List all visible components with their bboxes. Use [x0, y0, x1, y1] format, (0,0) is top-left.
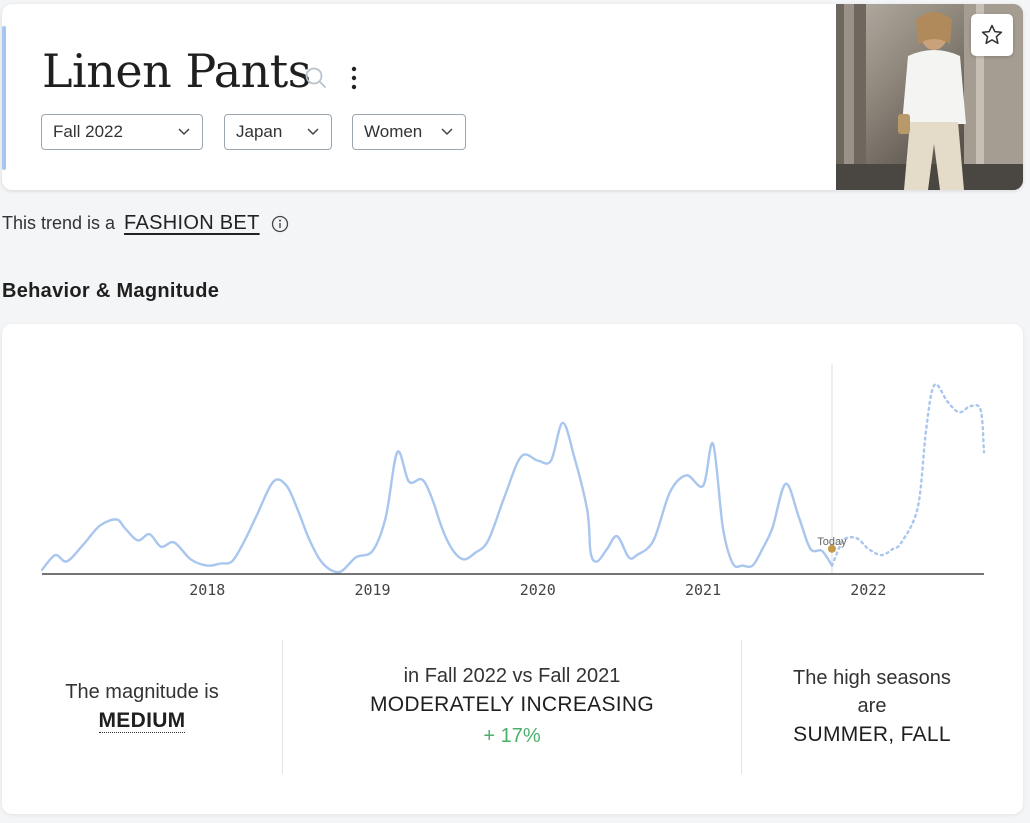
country-dropdown-value: Japan — [236, 122, 283, 141]
favorite-button[interactable] — [971, 14, 1013, 56]
search-icon[interactable] — [304, 66, 328, 90]
trend-prefix: This trend is a — [2, 213, 116, 233]
history-series-line — [40, 421, 834, 574]
magnitude-stat: The magnitude is MEDIUM — [2, 640, 282, 774]
gender-dropdown[interactable]: Women — [352, 114, 466, 150]
x-tick-label: 2019 — [354, 581, 390, 599]
comparison-stat: in Fall 2022 vs Fall 2021 MODERATELY INC… — [283, 640, 741, 774]
magnitude-prefix: The magnitude is — [65, 681, 219, 703]
forecast-series-line — [830, 383, 986, 567]
trend-header-card: Linen Pants Fall 2022 Japan Women — [2, 4, 1023, 190]
seasons-stat: The high seasons are SUMMER, FALL — [742, 640, 1002, 774]
vertical-dots-icon[interactable] — [346, 64, 362, 92]
seasons-line-2: are — [857, 695, 887, 717]
behavior-chart-card: 2018 2019 2020 2021 2022 Today The magnitude … — [2, 324, 1023, 814]
country-dropdown[interactable]: Japan — [224, 114, 332, 150]
x-tick-label: 2021 — [685, 581, 721, 599]
star-icon — [981, 24, 1003, 45]
comparison-label: in Fall 2022 vs Fall 2021 — [403, 665, 621, 687]
trend-photo — [836, 4, 1023, 190]
trend-category-link[interactable]: FASHION BET — [124, 212, 260, 235]
x-tick-label: 2020 — [520, 581, 556, 599]
trend-classification: This trend is a FASHION BET — [2, 212, 289, 235]
season-dropdown-value: Fall 2022 — [53, 122, 123, 141]
page-title: Linen Pants — [42, 44, 311, 98]
info-icon[interactable] — [271, 215, 289, 233]
section-title: Behavior & Magnitude — [2, 280, 220, 302]
x-tick-label: 2018 — [189, 581, 225, 599]
chevron-down-icon — [441, 128, 453, 136]
accent-bar — [2, 26, 6, 170]
comparison-value: MODERATELY INCREASING — [369, 693, 655, 716]
trend-line-chart: 2018 2019 2020 2021 2022 Today — [40, 364, 986, 599]
comparison-change: + 17% — [483, 725, 541, 747]
seasons-value: SUMMER, FALL — [793, 723, 951, 746]
seasons-line-1: The high seasons — [793, 667, 951, 689]
gender-dropdown-value: Women — [364, 122, 423, 141]
stats-row: The magnitude is MEDIUM in Fall 2022 vs … — [2, 640, 1023, 774]
season-dropdown[interactable]: Fall 2022 — [41, 114, 203, 150]
x-tick-label: 2022 — [850, 581, 886, 599]
chevron-down-icon — [178, 128, 190, 136]
chevron-down-icon — [307, 128, 319, 136]
today-label: Today — [817, 536, 847, 548]
magnitude-value[interactable]: MEDIUM — [98, 709, 186, 733]
